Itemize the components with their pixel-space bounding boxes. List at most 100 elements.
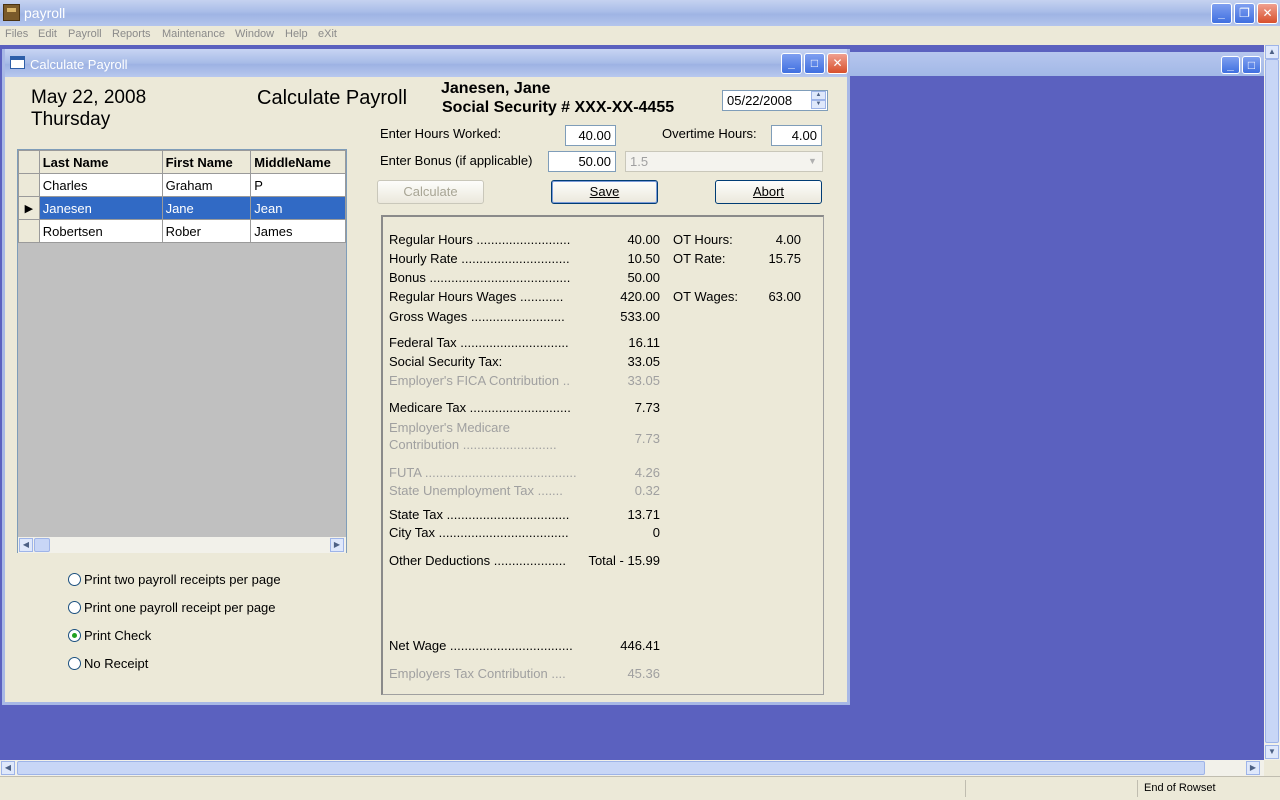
scroll-up-arrow[interactable]: ▲ — [1265, 45, 1279, 59]
net-wage-value: 446.41 — [620, 638, 660, 653]
menu-payroll[interactable]: Payroll — [68, 28, 102, 40]
col-first-name[interactable]: First Name — [161, 150, 252, 174]
app-title: payroll — [24, 5, 66, 21]
regular-wages-value: 420.00 — [620, 289, 660, 304]
row-indicator[interactable] — [18, 219, 40, 243]
child-maximize-button[interactable]: □ — [804, 53, 825, 74]
city-tax-label: City Tax ...............................… — [389, 525, 569, 540]
grid-corner — [18, 150, 40, 174]
ot-rate-label: OT Rate: — [673, 251, 726, 266]
menu-help[interactable]: Help — [285, 28, 308, 40]
table-row[interactable]: Charles Graham P — [18, 173, 346, 197]
statusbar: End of Rowset — [0, 776, 1280, 800]
row-indicator[interactable] — [18, 173, 40, 197]
grid-scroll-right-arrow[interactable]: ▶ — [330, 538, 344, 552]
grid-scroll-thumb[interactable] — [34, 538, 50, 552]
radio-circle[interactable] — [68, 573, 81, 586]
cell-last-name[interactable]: Robertsen — [38, 219, 163, 243]
close-button[interactable]: ✕ — [1257, 3, 1278, 24]
fica-value: 33.05 — [627, 373, 660, 388]
state-tax-value: 13.71 — [627, 507, 660, 522]
workspace-vertical-scrollbar[interactable]: ▲ ▼ — [1264, 45, 1280, 760]
grid-header-row: Last Name First Name MiddleName — [18, 150, 346, 174]
save-button[interactable]: Save — [551, 180, 658, 204]
cell-last-name[interactable]: Charles — [38, 173, 163, 197]
radio-label: Print two payroll receipts per page — [84, 572, 281, 587]
vertical-scroll-thumb[interactable] — [1265, 59, 1279, 743]
table-row[interactable]: Robertsen Rober James — [18, 219, 346, 243]
grid-horizontal-scrollbar[interactable]: ◀ ▶ — [18, 537, 346, 553]
cell-last-name[interactable]: Janesen — [38, 196, 163, 220]
scroll-left-arrow[interactable]: ◀ — [1, 761, 15, 775]
cell-middle-name[interactable]: P — [250, 173, 346, 197]
table-row-selected[interactable]: ▶ Janesen Jane Jean — [18, 196, 346, 220]
overtime-label: Overtime Hours: — [662, 126, 757, 141]
hours-input[interactable]: 40.00 — [565, 125, 616, 146]
form-icon[interactable] — [10, 56, 25, 69]
sut-value: 0.32 — [634, 483, 660, 498]
app-icon[interactable] — [3, 4, 20, 21]
cell-first-name[interactable]: Rober — [161, 219, 252, 243]
ot-multiplier-select[interactable]: 1.5 ▼ — [625, 151, 823, 172]
child-title: Calculate Payroll — [30, 57, 128, 72]
other-deductions-label: Other Deductions .................... — [389, 553, 567, 568]
current-row-arrow-icon[interactable]: ▶ — [18, 196, 40, 220]
emp-medicare-label-line2: Contribution .......................... — [389, 437, 557, 452]
regular-hours-value: 40.00 — [627, 232, 660, 247]
status-pane-empty — [965, 780, 1137, 797]
radio-circle[interactable] — [68, 657, 81, 670]
bonus-input[interactable]: 50.00 — [548, 151, 616, 172]
page-heading: Calculate Payroll — [257, 87, 408, 109]
cell-middle-name[interactable]: Jean — [250, 196, 346, 220]
employee-grid[interactable]: Last Name First Name MiddleName Charles … — [17, 149, 347, 553]
city-tax-value: 0 — [652, 525, 660, 540]
futa-label: FUTA ...................................… — [389, 465, 577, 480]
calculate-payroll-window: Calculate Payroll _ □ ✕ May 22, 2008 Thu… — [2, 49, 850, 705]
hours-label: Enter Hours Worked: — [380, 126, 502, 141]
chevron-down-icon[interactable]: ▼ — [804, 153, 821, 170]
ss-tax-value: 33.05 — [627, 354, 660, 369]
menu-maintenance[interactable]: Maintenance — [162, 28, 225, 40]
horizontal-scroll-thumb[interactable] — [17, 761, 1205, 775]
bg-child-minimize-button[interactable]: _ — [1221, 56, 1240, 74]
child-close-button[interactable]: ✕ — [827, 53, 848, 74]
child-minimize-button[interactable]: _ — [781, 53, 802, 74]
sut-label: State Unemployment Tax ....... — [389, 483, 563, 498]
menu-files[interactable]: Files — [5, 28, 28, 40]
radio-circle[interactable] — [68, 601, 81, 614]
net-wage-label: Net Wage ...............................… — [389, 638, 573, 653]
regular-wages-label: Regular Hours Wages ............ — [389, 289, 564, 304]
save-button-label: Save — [589, 184, 620, 199]
emp-medicare-value: 7.73 — [634, 431, 660, 446]
date-spinner[interactable]: ▲ ▼ — [811, 91, 826, 110]
grid-scroll-left-arrow[interactable]: ◀ — [19, 538, 33, 552]
scroll-down-arrow[interactable]: ▼ — [1265, 745, 1279, 759]
col-last-name[interactable]: Last Name — [38, 150, 163, 174]
restore-button[interactable]: ❐ — [1234, 3, 1255, 24]
child-titlebar[interactable]: Calculate Payroll _ □ ✕ — [5, 49, 848, 77]
minimize-button[interactable]: _ — [1211, 3, 1232, 24]
cell-first-name[interactable]: Graham — [161, 173, 252, 197]
ot-hours-value: 4.00 — [775, 232, 801, 247]
cell-first-name[interactable]: Jane — [161, 196, 252, 220]
abort-button[interactable]: Abort — [715, 180, 822, 204]
workspace-horizontal-scrollbar[interactable]: ◀ ▶ — [0, 760, 1264, 776]
overtime-input[interactable]: 4.00 — [771, 125, 822, 146]
cell-middle-name[interactable]: James — [250, 219, 346, 243]
radio-label: Print one payroll receipt per page — [84, 600, 276, 615]
bonus-label: Enter Bonus (if applicable) — [380, 153, 533, 168]
col-middle-name[interactable]: MiddleName — [250, 150, 346, 174]
scroll-right-arrow[interactable]: ▶ — [1246, 761, 1260, 775]
menu-window[interactable]: Window — [235, 28, 274, 40]
bg-child-maximize-button[interactable]: □ — [1242, 56, 1261, 74]
background-child-titlebar[interactable]: _ □ — [848, 52, 1264, 76]
menu-reports[interactable]: Reports — [112, 28, 151, 40]
employee-ssn: Social Security # XXX-XX-4455 — [442, 99, 675, 116]
menu-exit[interactable]: eXit — [318, 28, 337, 40]
date-picker[interactable]: 05/22/2008 ▲ ▼ — [722, 90, 828, 111]
radio-circle-selected[interactable] — [68, 629, 81, 642]
hourly-rate-label: Hourly Rate ............................… — [389, 251, 570, 266]
gross-wages-value: 533.00 — [620, 309, 660, 324]
calculate-button[interactable]: Calculate — [377, 180, 484, 204]
menu-edit[interactable]: Edit — [38, 28, 57, 40]
